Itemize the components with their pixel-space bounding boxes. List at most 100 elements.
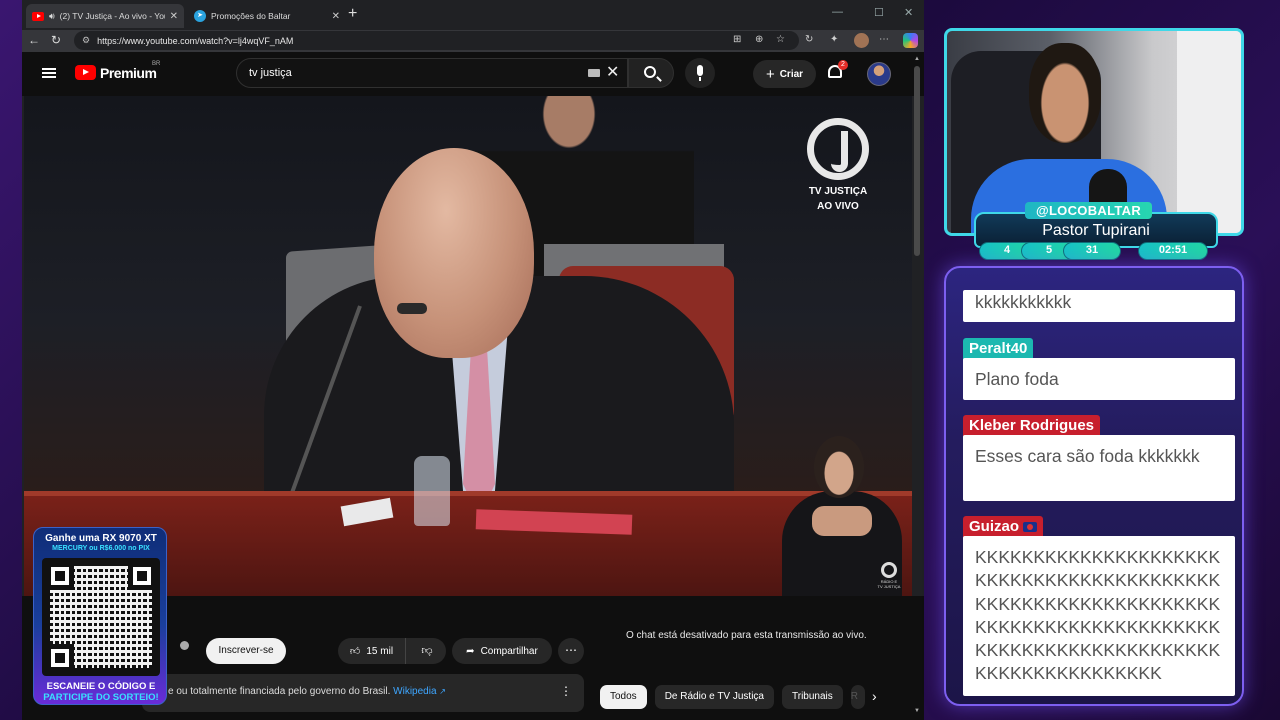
chip-radio-tv-justica[interactable]: De Rádio e TV Justiça (654, 685, 774, 709)
like-button[interactable]: 👍︎ 15 mil (338, 638, 406, 664)
country-code: BR (152, 61, 161, 67)
page-scrollbar-thumb[interactable] (914, 66, 920, 256)
promo-cta-line1: ESCANEIE O CÓDIGO E (46, 681, 156, 692)
close-window-button[interactable]: ✕ (904, 6, 913, 19)
chips-next-arrow-icon[interactable]: › (872, 688, 877, 704)
now-showing-label: Pastor Tupirani (1042, 222, 1150, 239)
tab-strip: 🔊︎ (2) TV Justiça - Ao vivo - YouTube ✕ … (22, 0, 924, 30)
url-field[interactable]: ⚙︎ https://www.youtube.com/watch?v=lj4wq… (74, 31, 799, 50)
description-text: e ou totalmente financiada pelo governo … (168, 686, 391, 697)
user-avatar[interactable] (867, 62, 891, 86)
verified-badge-icon (180, 641, 189, 650)
close-tab-icon[interactable]: ✕ (332, 11, 340, 22)
copilot-icon[interactable] (903, 33, 918, 48)
voice-search-mic-icon[interactable] (685, 58, 715, 88)
address-bar-row: ← ↻ ⚙︎ https://www.youtube.com/watch?v=l… (22, 30, 924, 52)
new-tab-button[interactable]: + (348, 5, 357, 23)
chat-message-text: Esses cara são foda kkkkkkk (963, 435, 1235, 501)
tab-title: Promoções do Baltar (211, 11, 291, 21)
chat-disabled-message: O chat está desativado para esta transmi… (626, 630, 867, 641)
youtube-premium-logo[interactable]: Premium (100, 65, 157, 81)
scroll-down-arrow-icon[interactable]: ▼ (914, 708, 920, 714)
apps-icon[interactable]: ⊞ (733, 34, 741, 45)
share-arrow-icon: ➦ (466, 645, 475, 657)
menu-icon[interactable] (42, 68, 56, 78)
chat-overlay-panel: kkkkkkkkkkk Peralt40 Plano foda Kleber R… (944, 266, 1244, 706)
close-tab-icon[interactable]: ✕ (170, 11, 178, 22)
description-box[interactable]: e ou totalmente financiada pelo governo … (142, 674, 584, 712)
watermark-logo-icon (881, 562, 897, 578)
like-count: 15 mil (366, 645, 394, 657)
video-microphone-head (397, 303, 427, 314)
stream-timer: 02:51 (1138, 242, 1208, 260)
search-button[interactable] (628, 58, 674, 88)
extension-icon[interactable]: ✦ (830, 34, 838, 45)
thumbs-up-icon: 👍︎ (349, 646, 361, 657)
create-button[interactable]: + Criar (753, 60, 816, 88)
qr-finder-pattern (46, 562, 74, 590)
watermark-text: RÁDIO E TV JUSTIÇA (877, 579, 901, 589)
share-button[interactable]: ➦ Compartilhar (452, 638, 552, 664)
zoom-icon[interactable]: ⊕ (755, 34, 763, 45)
create-label: Criar (779, 68, 804, 80)
streamer-handle: @LOCOBALTAR (1025, 202, 1152, 219)
wikipedia-link[interactable]: Wikipedia (393, 686, 436, 697)
chip-todos[interactable]: Todos (600, 685, 647, 709)
tv-justica-logo-icon (807, 118, 869, 180)
chip-partial[interactable]: R (850, 685, 865, 709)
back-arrow-icon[interactable]: ← (28, 33, 40, 47)
chat-username: Kleber Rodrigues (963, 415, 1101, 437)
audio-icon[interactable]: 🔊︎ (49, 11, 55, 22)
search-icon (644, 66, 656, 78)
chat-username: Guizao (969, 518, 1020, 535)
qr-finder-pattern (46, 644, 74, 672)
qr-finder-pattern (128, 562, 156, 590)
flag-icon (1023, 522, 1038, 533)
site-info-icon[interactable]: ⚙︎ (82, 35, 90, 46)
dislike-button[interactable]: 👎︎ (408, 638, 446, 664)
keyboard-icon[interactable] (588, 69, 600, 77)
qr-code (42, 558, 160, 676)
description-more-icon[interactable]: ⋮ (560, 684, 572, 698)
related-chips: Todos De Rádio e TV Justiça Tribunais R (600, 685, 865, 709)
scroll-up-arrow-icon[interactable]: ▲ (914, 56, 920, 62)
subscribe-button[interactable]: Inscrever-se (206, 638, 286, 664)
chat-message-text: KKKKKKKKKKKKKKKKKKKKKKKKKKKKKKKKKKKKKKKK… (963, 536, 1235, 696)
tab-title: (2) TV Justiça - Ao vivo - YouTube (59, 11, 165, 21)
chat-message-text: Plano foda (963, 358, 1235, 400)
reload-icon[interactable]: ↻ (51, 33, 61, 47)
refresh-extension-icon[interactable]: ↻ (805, 34, 813, 45)
promo-title: Ganhe uma RX 9070 XT (45, 533, 157, 544)
video-hand-sanitizer (414, 456, 450, 526)
minimize-button[interactable]: — (832, 6, 843, 18)
bookmark-star-icon[interactable]: ☆ (776, 34, 785, 45)
stat-badge-3: 31 (1063, 242, 1121, 260)
chat-username: Peralt40 (963, 338, 1034, 360)
radio-tv-justica-watermark: RÁDIO E TV JUSTIÇA (876, 562, 902, 589)
youtube-logo-icon[interactable] (75, 65, 96, 80)
extensions-puzzle-icon[interactable]: ⋯ (879, 34, 889, 45)
thumbs-down-icon: 👎︎ (421, 645, 433, 657)
url-text: https://www.youtube.com/watch?v=lj4wqVF_… (97, 35, 294, 46)
tab-promocoes[interactable]: ➤ Promoções do Baltar ✕ (188, 4, 346, 28)
maximize-button[interactable]: ☐ (874, 6, 884, 19)
search-input[interactable]: tv justiça (236, 58, 628, 88)
telegram-favicon-icon: ➤ (194, 10, 206, 22)
chip-tribunais[interactable]: Tribunais (782, 685, 843, 709)
interpreter-hands (812, 506, 872, 536)
giveaway-promo-overlay: Ganhe uma RX 9070 XT MERCURY ou R$6.000 … (33, 527, 167, 705)
tab-youtube[interactable]: 🔊︎ (2) TV Justiça - Ao vivo - YouTube ✕ (26, 4, 184, 28)
more-actions-button[interactable]: ⋯ (558, 638, 584, 664)
profile-avatar[interactable] (854, 33, 869, 48)
webcam-background-door (1177, 31, 1241, 233)
clear-search-icon[interactable]: ✕ (606, 62, 619, 82)
video-speaker-head (374, 148, 534, 358)
interpreter-head (814, 436, 864, 498)
youtube-favicon-icon (32, 11, 44, 21)
promo-subtitle: MERCURY ou R$6.000 no PIX (52, 545, 150, 552)
chat-message-text: kkkkkkkkkkk (963, 290, 1235, 322)
share-label: Compartilhar (480, 645, 538, 657)
notification-badge: 2 (838, 60, 848, 70)
webcam-streamer-head (1029, 43, 1101, 143)
video-player[interactable]: TV JUSTIÇA AO VIVO RÁDIO E TV JUSTIÇA (24, 96, 912, 596)
